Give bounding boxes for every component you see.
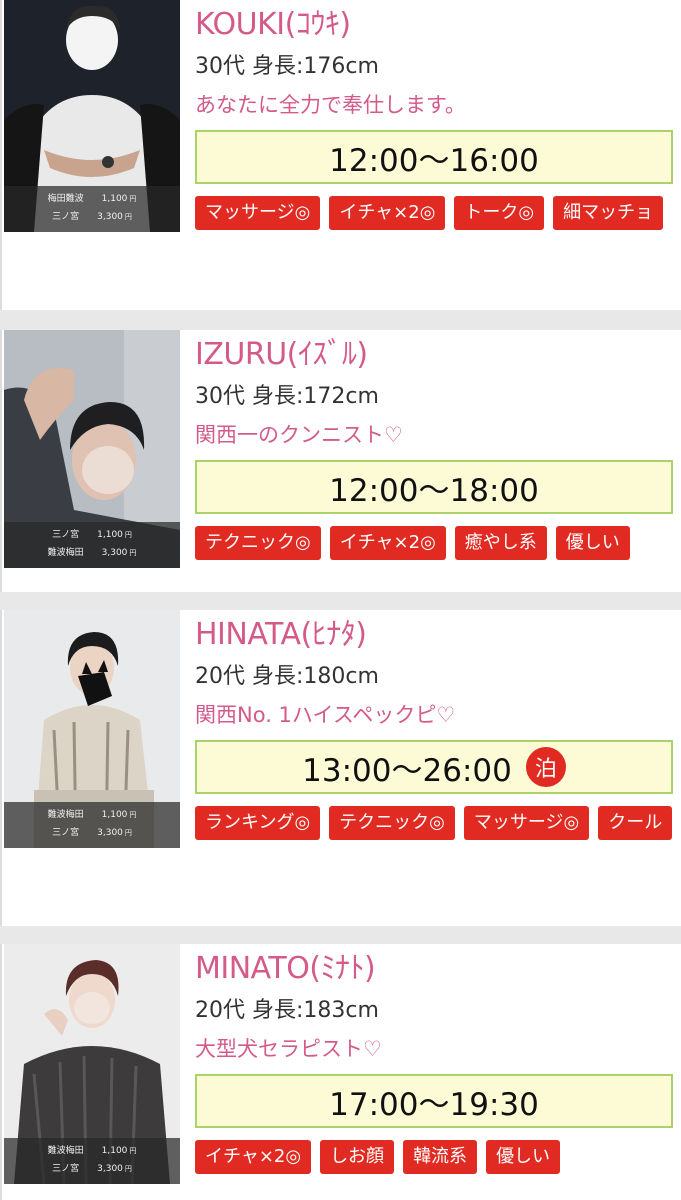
feature-tag: イチャ×2◎ bbox=[195, 1140, 312, 1174]
therapist-photo[interactable]: 三ノ宮 1,100 円 難波梅田 3,300 円 bbox=[4, 330, 180, 568]
feature-tag: 細マッチョ bbox=[553, 196, 664, 230]
work-hours: 17:00〜19:30 bbox=[329, 1086, 539, 1123]
therapist-card[interactable]: 三ノ宮 1,100 円 難波梅田 3,300 円 IZURU(ｲｽﾞﾙ) 30代 身… bbox=[0, 330, 681, 592]
work-hours: 12:00〜18:00 bbox=[329, 472, 539, 509]
therapist-height: 身長:183cm bbox=[252, 998, 379, 1023]
price-unit: 円 bbox=[124, 829, 132, 837]
therapist-name[interactable]: IZURU(ｲｽﾞﾙ) bbox=[195, 338, 673, 372]
therapist-catchphrase: 関西一のクンニスト♡ bbox=[195, 423, 403, 447]
tag-list: マッサージ◎ イチャ×2◎ トーク◎ 細マッチョ bbox=[195, 196, 673, 230]
price-row: 三ノ宮 3,300 円 bbox=[4, 208, 180, 226]
feature-tag: 韓流系 bbox=[403, 1140, 478, 1174]
price-unit: 円 bbox=[124, 1165, 132, 1173]
price-box: 難波梅田 1,100 円 三ノ宮 3,300 円 bbox=[4, 1138, 180, 1184]
therapist-card[interactable]: 難波梅田 1,100 円 三ノ宮 3,300 円 MINATO(ﾐﾅﾄ) 20代 身… bbox=[0, 944, 681, 1200]
price-unit: 円 bbox=[129, 549, 137, 557]
price-value: 3,300 bbox=[97, 828, 123, 838]
price-row: 難波梅田 1,100 円 bbox=[4, 1142, 180, 1160]
price-area: 三ノ宮 bbox=[52, 828, 80, 838]
price-box: 難波梅田 1,100 円 三ノ宮 3,300 円 bbox=[4, 802, 180, 848]
feature-tag: イチャ×2◎ bbox=[329, 196, 446, 230]
therapist-age: 20代 bbox=[195, 664, 245, 689]
price-row: 梅田難波 1,100 円 bbox=[4, 190, 180, 208]
therapist-info: MINATO(ﾐﾅﾄ) 20代 身長:183cm 大型犬セラピスト♡ 17:00… bbox=[195, 944, 673, 1174]
therapist-stats: 30代 身長:176cm bbox=[195, 54, 673, 80]
price-area: 難波梅田 bbox=[47, 1146, 84, 1156]
work-hours: 13:00〜26:00 bbox=[302, 752, 512, 789]
overnight-badge: 泊 bbox=[525, 747, 566, 787]
price-unit: 円 bbox=[124, 531, 132, 539]
price-value: 3,300 bbox=[97, 212, 123, 222]
work-hours-box: 17:00〜19:30 bbox=[195, 1074, 673, 1128]
therapist-stats: 20代 身長:183cm bbox=[195, 998, 673, 1024]
therapist-name[interactable]: KOUKI(ｺｳｷ) bbox=[195, 8, 673, 42]
feature-tag: ランキング◎ bbox=[195, 806, 321, 840]
therapist-height: 身長:172cm bbox=[252, 384, 379, 409]
feature-tag: トーク◎ bbox=[454, 196, 545, 230]
price-row: 三ノ宮 3,300 円 bbox=[4, 1160, 180, 1178]
price-unit: 円 bbox=[124, 213, 132, 221]
therapist-catchphrase: 関西No. 1ハイスペックピ♡ bbox=[195, 703, 456, 727]
tag-list: テクニック◎ イチャ×2◎ 癒やし系 優しい bbox=[195, 526, 673, 560]
therapist-photo[interactable]: 難波梅田 1,100 円 三ノ宮 3,300 円 bbox=[4, 944, 180, 1184]
price-area: 三ノ宮 bbox=[52, 530, 80, 540]
price-box: 三ノ宮 1,100 円 難波梅田 3,300 円 bbox=[4, 522, 180, 568]
price-unit: 円 bbox=[129, 195, 137, 203]
therapist-list: 梅田難波 1,100 円 三ノ宮 3,300 円 KOUKI(ｺｳｷ) 30代 身長… bbox=[0, 0, 681, 1200]
price-area: 梅田難波 bbox=[47, 194, 84, 204]
work-hours-box: 13:00〜26:00 泊 bbox=[195, 740, 673, 794]
work-hours: 12:00〜16:00 bbox=[329, 142, 539, 179]
therapist-height: 身長:180cm bbox=[252, 664, 379, 689]
feature-tag: 癒やし系 bbox=[454, 526, 547, 560]
price-row: 三ノ宮 1,100 円 bbox=[4, 526, 180, 544]
therapist-name[interactable]: HINATA(ﾋﾅﾀ) bbox=[195, 618, 673, 652]
price-row: 難波梅田 3,300 円 bbox=[4, 544, 180, 562]
therapist-age: 30代 bbox=[195, 54, 245, 79]
therapist-info: IZURU(ｲｽﾞﾙ) 30代 身長:172cm 関西一のクンニスト♡ 12:0… bbox=[195, 330, 673, 560]
price-value: 3,300 bbox=[97, 1164, 123, 1174]
therapist-photo[interactable]: 難波梅田 1,100 円 三ノ宮 3,300 円 bbox=[4, 610, 180, 848]
work-hours-box: 12:00〜18:00 bbox=[195, 460, 673, 514]
price-area: 三ノ宮 bbox=[52, 212, 80, 222]
work-hours-box: 12:00〜16:00 bbox=[195, 130, 673, 184]
therapist-age: 30代 bbox=[195, 384, 245, 409]
price-value: 1,100 bbox=[101, 194, 128, 204]
feature-tag: しお顔 bbox=[320, 1140, 395, 1174]
price-area: 難波梅田 bbox=[47, 810, 84, 820]
price-row: 難波梅田 1,100 円 bbox=[4, 806, 180, 824]
therapist-stats: 30代 身長:172cm bbox=[195, 384, 673, 410]
feature-tag: マッサージ◎ bbox=[195, 196, 321, 230]
therapist-catchphrase: 大型犬セラピスト♡ bbox=[195, 1037, 382, 1061]
tag-list: イチャ×2◎ しお顔 韓流系 優しい bbox=[195, 1140, 673, 1174]
feature-tag: 優しい bbox=[486, 1140, 561, 1174]
feature-tag: マッサージ◎ bbox=[463, 806, 590, 840]
therapist-catchphrase: あなたに全力で奉仕します。 bbox=[195, 93, 466, 117]
feature-tag: テクニック◎ bbox=[195, 526, 321, 560]
price-value: 1,100 bbox=[97, 530, 123, 540]
price-row: 三ノ宮 3,300 円 bbox=[4, 824, 180, 842]
therapist-card[interactable]: 難波梅田 1,100 円 三ノ宮 3,300 円 HINATA(ﾋﾅﾀ) 20代 身… bbox=[0, 610, 681, 926]
price-unit: 円 bbox=[129, 1147, 137, 1155]
feature-tag: 優しい bbox=[555, 526, 630, 560]
feature-tag: クール bbox=[598, 806, 673, 840]
price-box: 梅田難波 1,100 円 三ノ宮 3,300 円 bbox=[4, 186, 180, 232]
therapist-stats: 20代 身長:180cm bbox=[195, 664, 673, 690]
price-area: 三ノ宮 bbox=[52, 1164, 80, 1174]
therapist-card[interactable]: 梅田難波 1,100 円 三ノ宮 3,300 円 KOUKI(ｺｳｷ) 30代 身長… bbox=[0, 0, 681, 310]
feature-tag: テクニック◎ bbox=[329, 806, 455, 840]
therapist-age: 20代 bbox=[195, 998, 245, 1023]
price-unit: 円 bbox=[129, 811, 137, 819]
therapist-name[interactable]: MINATO(ﾐﾅﾄ) bbox=[195, 952, 673, 986]
feature-tag: イチャ×2◎ bbox=[329, 526, 446, 560]
price-value: 1,100 bbox=[101, 1146, 128, 1156]
tag-list: ランキング◎ テクニック◎ マッサージ◎ クール bbox=[195, 806, 673, 840]
therapist-info: HINATA(ﾋﾅﾀ) 20代 身長:180cm 関西No. 1ハイスペックピ♡… bbox=[195, 610, 673, 840]
price-value: 3,300 bbox=[101, 548, 128, 558]
therapist-photo[interactable]: 梅田難波 1,100 円 三ノ宮 3,300 円 bbox=[4, 0, 180, 232]
therapist-info: KOUKI(ｺｳｷ) 30代 身長:176cm あなたに全力で奉仕します。 12… bbox=[195, 0, 673, 230]
therapist-height: 身長:176cm bbox=[252, 54, 379, 79]
price-area: 難波梅田 bbox=[47, 548, 84, 558]
price-value: 1,100 bbox=[101, 810, 128, 820]
